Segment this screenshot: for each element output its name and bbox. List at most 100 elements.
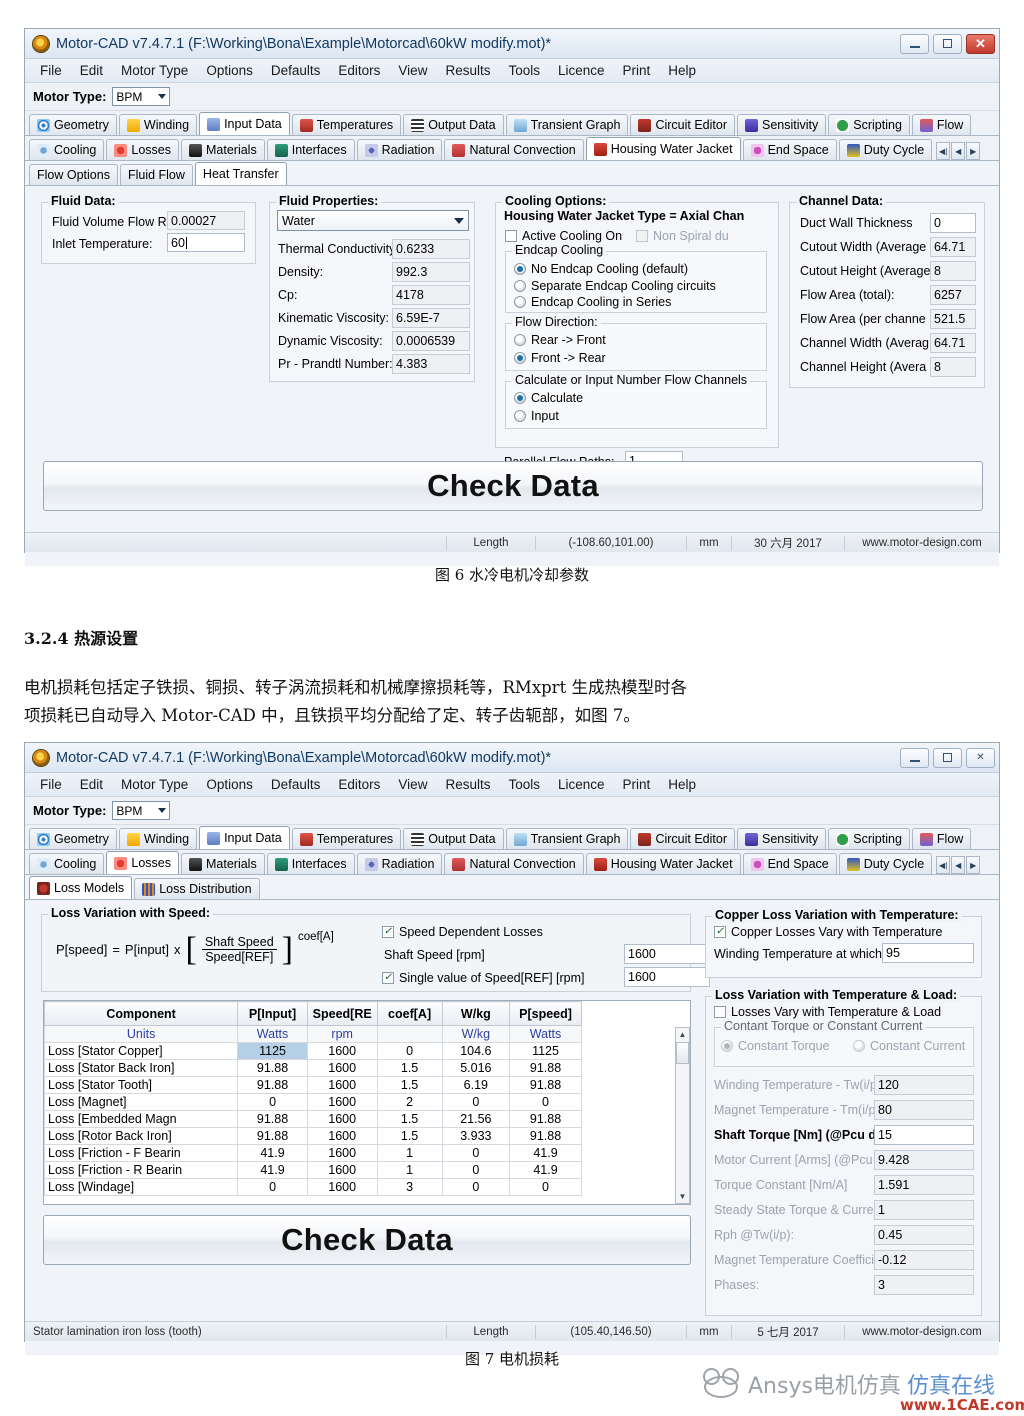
column-header[interactable]: Speed[RE: [306, 1001, 378, 1026]
coef-cell[interactable]: 1.5: [376, 1076, 443, 1094]
speed-ref-cell[interactable]: 1600: [306, 1093, 378, 1111]
component-cell[interactable]: Loss [Stator Back Iron]: [44, 1059, 239, 1077]
close-button[interactable]: ✕: [966, 33, 995, 54]
tab-duty-cycle[interactable]: Duty Cycle: [838, 139, 933, 160]
component-cell[interactable]: Loss [Magnet]: [44, 1093, 239, 1111]
minimize-button[interactable]: [900, 747, 929, 768]
tab-scroll-first[interactable]: ◀|: [936, 856, 951, 874]
single-value-speed-ref-checkbox[interactable]: ✓ Single value of Speed[REF] [rpm]: [382, 971, 585, 985]
speed-ref-cell[interactable]: 1600: [306, 1110, 378, 1128]
menu-item-file[interactable]: File: [31, 775, 71, 794]
speed-ref-cell[interactable]: 1600: [306, 1127, 378, 1145]
tab-circuit-editor[interactable]: Circuit Editor: [630, 828, 735, 849]
tab-natural-convection[interactable]: Natural Convection: [444, 139, 584, 160]
table-row[interactable]: Loss [Stator Tooth] 91.88 1600 1.5 6.19 91.88: [44, 1076, 582, 1094]
wkg-cell[interactable]: 0: [441, 1093, 511, 1111]
radio-rear-to-front[interactable]: Rear -> Front: [514, 333, 606, 347]
tab-scroll-right[interactable]: ▶: [966, 142, 981, 160]
menu-item-motor-type[interactable]: Motor Type: [112, 61, 197, 80]
p-input-cell[interactable]: 41.9: [237, 1161, 308, 1179]
p-speed-cell[interactable]: 0: [509, 1093, 582, 1111]
p-speed-cell[interactable]: 91.88: [509, 1127, 582, 1145]
inlet-temperature-input[interactable]: 60: [167, 233, 245, 252]
p-input-cell[interactable]: 0: [237, 1178, 308, 1196]
tab-winding[interactable]: Winding: [118, 828, 198, 849]
tab-flow[interactable]: Flow: [911, 828, 972, 849]
p-input-cell[interactable]: 91.88: [237, 1076, 308, 1094]
scroll-thumb[interactable]: [676, 1042, 689, 1064]
component-cell[interactable]: Loss [Stator Copper]: [44, 1042, 239, 1060]
tab-flow-options[interactable]: Flow Options: [29, 164, 118, 185]
menu-item-options[interactable]: Options: [197, 61, 262, 80]
menu-item-edit[interactable]: Edit: [71, 61, 112, 80]
coef-cell[interactable]: 2: [376, 1093, 443, 1111]
coef-cell[interactable]: 1.5: [376, 1127, 443, 1145]
menu-item-help[interactable]: Help: [659, 775, 705, 794]
scroll-up-arrow[interactable]: ▲: [676, 1028, 689, 1041]
tab-scroll-controls[interactable]: ◀| ◀ ▶: [936, 856, 981, 874]
p-speed-cell[interactable]: 1125: [509, 1042, 582, 1060]
active-cooling-checkbox[interactable]: Active Cooling On: [505, 229, 622, 243]
component-cell[interactable]: Loss [Friction - R Bearin: [44, 1161, 239, 1179]
column-header[interactable]: coef[A]: [376, 1001, 443, 1026]
wkg-cell[interactable]: 0: [441, 1144, 511, 1162]
component-cell[interactable]: Loss [Friction - F Bearin: [44, 1144, 239, 1162]
p-input-cell[interactable]: 91.88: [237, 1127, 308, 1145]
check-data-button[interactable]: Check Data: [43, 1215, 691, 1265]
tab-cooling[interactable]: Cooling: [29, 853, 105, 874]
tab-sensitivity[interactable]: Sensitivity: [737, 828, 827, 849]
loss-table-scrollbar[interactable]: ▲ ▼: [675, 1027, 690, 1204]
tab-scroll-right[interactable]: ▶: [966, 856, 981, 874]
tab-interfaces[interactable]: Interfaces: [266, 139, 355, 160]
tab-transient-graph[interactable]: Transient Graph: [505, 114, 629, 135]
radio-endcap-cooling-series[interactable]: Endcap Cooling in Series: [514, 295, 671, 309]
menu-item-licence[interactable]: Licence: [549, 61, 614, 80]
coef-cell[interactable]: 1: [376, 1161, 443, 1179]
table-row[interactable]: Loss [Friction - R Bearin 41.9 1600 1 0 41.9: [44, 1161, 582, 1179]
menu-item-tools[interactable]: Tools: [499, 61, 549, 80]
tab-fluid-flow[interactable]: Fluid Flow: [119, 164, 193, 185]
tab-geometry[interactable]: Geometry: [29, 114, 117, 135]
wkg-cell[interactable]: 5.016: [441, 1059, 511, 1077]
table-row[interactable]: Loss [Magnet] 0 1600 2 0 0: [44, 1093, 582, 1111]
p-speed-cell[interactable]: 91.88: [509, 1059, 582, 1077]
motor-type-select[interactable]: BPM: [112, 87, 171, 106]
menu-item-editors[interactable]: Editors: [329, 61, 389, 80]
menu-item-file[interactable]: File: [31, 61, 71, 80]
table-row[interactable]: Loss [Stator Back Iron] 91.88 1600 1.5 5.016…: [44, 1059, 582, 1077]
winding-temp-input[interactable]: 95: [882, 943, 974, 963]
tab-scripting[interactable]: Scripting: [828, 114, 910, 135]
fluid-volume-flow-input[interactable]: 0.00027: [167, 211, 245, 230]
coef-cell[interactable]: 1: [376, 1144, 443, 1162]
maximize-button[interactable]: [933, 747, 962, 768]
speed-dependent-losses-checkbox[interactable]: ✓ Speed Dependent Losses: [382, 925, 543, 939]
tab-radiation[interactable]: Radiation: [356, 139, 443, 160]
tab-natural-convection[interactable]: Natural Convection: [444, 853, 584, 874]
wkg-cell[interactable]: 0: [441, 1161, 511, 1179]
menu-item-results[interactable]: Results: [436, 775, 499, 794]
menu-item-view[interactable]: View: [389, 775, 436, 794]
tab-losses[interactable]: Losses: [106, 139, 179, 160]
speed-ref-cell[interactable]: 1600: [306, 1161, 378, 1179]
tab-cooling[interactable]: Cooling: [29, 139, 105, 160]
speed-ref-cell[interactable]: 1600: [306, 1144, 378, 1162]
column-header[interactable]: Component: [44, 1001, 239, 1026]
tab-duty-cycle[interactable]: Duty Cycle: [838, 853, 933, 874]
menu-item-print[interactable]: Print: [614, 775, 660, 794]
radio-front-to-rear[interactable]: Front -> Rear: [514, 351, 606, 365]
wkg-cell[interactable]: 0: [441, 1178, 511, 1196]
menu-item-editors[interactable]: Editors: [329, 775, 389, 794]
tab-scroll-left[interactable]: ◀: [951, 856, 966, 874]
tab-housing-water-jacket[interactable]: Housing Water Jacket: [585, 137, 741, 160]
radio-calculate-channels[interactable]: Calculate: [514, 391, 583, 405]
tab-winding[interactable]: Winding: [118, 114, 198, 135]
loss-table[interactable]: Component P[Input] Speed[RE coef[A] W/kg P[sp…: [43, 1000, 691, 1205]
wkg-cell[interactable]: 6.19: [441, 1076, 511, 1094]
table-row[interactable]: Loss [Friction - F Bearin 41.9 1600 1 0 41.9: [44, 1144, 582, 1162]
wkg-cell[interactable]: 3.933: [441, 1127, 511, 1145]
motor-type-select[interactable]: BPM: [112, 801, 171, 820]
p-input-cell[interactable]: 91.88: [237, 1110, 308, 1128]
tab-temperatures[interactable]: Temperatures: [291, 114, 402, 135]
shaft-speed-input[interactable]: 1600: [624, 944, 710, 964]
close-button[interactable]: ✕: [966, 747, 995, 768]
